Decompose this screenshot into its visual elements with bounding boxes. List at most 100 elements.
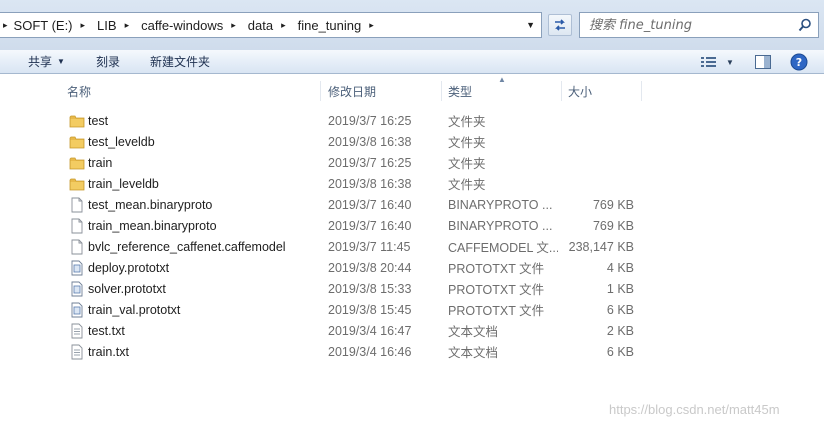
file-name-cell[interactable]: test_mean.binaryproto	[69, 194, 212, 215]
file-type: 文件夹	[448, 178, 486, 192]
file-row[interactable]: train_mean.binaryproto 2019/3/7 16:40 BINA…	[60, 215, 644, 236]
file-size: 6 KB	[606, 344, 634, 359]
column-divider[interactable]	[641, 81, 642, 101]
file-size: 769 KB	[592, 218, 634, 233]
command-bar: 共享 ▼ 刻录 新建文件夹 ▼ ?	[0, 50, 824, 74]
file-row[interactable]: bvlc_reference_caffenet.caffemodel 2019/3…	[60, 236, 644, 257]
help-button[interactable]: ?	[790, 52, 808, 72]
file-name-cell[interactable]: train_val.prototxt	[69, 299, 180, 320]
chevron-right-icon[interactable]: ▸	[369, 20, 374, 31]
file-name-cell[interactable]: test.txt	[69, 320, 125, 341]
breadcrumb-item[interactable]: fine_tuning ▸	[286, 13, 374, 37]
file-name-cell[interactable]: solver.prototxt	[69, 278, 166, 299]
file-type: BINARYPROTO ...	[448, 197, 553, 212]
share-menu-button[interactable]: 共享 ▼	[28, 50, 65, 72]
new-folder-button[interactable]: 新建文件夹	[150, 50, 210, 72]
file-row[interactable]: solver.prototxt 2019/3/8 15:33 PROTOTXT 文件…	[60, 278, 644, 299]
file-date: 2019/3/7 16:40	[328, 197, 412, 212]
file-name: deploy.prototxt	[88, 260, 170, 275]
breadcrumb-label: fine_tuning	[297, 17, 362, 33]
file-type: 文件夹	[448, 157, 486, 171]
file-type: CAFFEMODEL 文...	[448, 241, 558, 255]
search-box[interactable]	[579, 12, 819, 38]
column-header-name[interactable]: 名称	[67, 79, 91, 103]
column-size-label: 大小	[568, 84, 593, 99]
file-row[interactable]: train_val.prototxt 2019/3/8 15:45 PROTOTXT…	[60, 299, 644, 320]
file-name: train_val.prototxt	[88, 302, 181, 317]
column-header-size[interactable]: 大小	[568, 79, 592, 103]
breadcrumb-label: LIB	[97, 17, 117, 33]
file-name-cell[interactable]: bvlc_reference_caffenet.caffemodel	[69, 236, 286, 257]
folder-icon	[69, 155, 85, 171]
search-input[interactable]	[589, 17, 789, 33]
column-type-label: 类型	[448, 84, 473, 99]
file-name: bvlc_reference_caffenet.caffemodel	[88, 239, 286, 254]
file-name-cell[interactable]: train_mean.binaryproto	[69, 215, 217, 236]
refresh-icon	[555, 19, 565, 31]
address-history-dropdown[interactable]: ▼	[526, 13, 535, 37]
file-type: PROTOTXT 文件	[448, 283, 545, 297]
breadcrumb-item[interactable]: SOFT (E:) ▸	[8, 13, 86, 37]
file-size: 1 KB	[606, 281, 634, 296]
column-header-type[interactable]: 类型	[448, 79, 472, 103]
file-row[interactable]: test_leveldb 2019/3/8 16:38 文件夹	[60, 131, 644, 152]
column-date-label: 修改日期	[328, 84, 377, 99]
file-name-cell[interactable]: deploy.prototxt	[69, 257, 169, 278]
file-name: train_mean.binaryproto	[88, 218, 217, 233]
column-header-date[interactable]: 修改日期	[328, 79, 376, 103]
folder-icon	[69, 176, 85, 192]
file-row[interactable]: test.txt 2019/3/4 16:47 文本文档 2 KB	[60, 320, 644, 341]
file-date: 2019/3/8 16:38	[328, 134, 412, 149]
view-details-icon	[701, 57, 716, 67]
file-size: 2 KB	[606, 323, 634, 338]
file-date: 2019/3/7 16:25	[328, 155, 412, 170]
file-type: 文本文档	[448, 325, 499, 339]
breadcrumb-overflow-icon[interactable]: ▸	[0, 20, 8, 31]
burn-button[interactable]: 刻录	[96, 50, 120, 72]
breadcrumb-label: caffe-windows	[141, 17, 224, 33]
refresh-button[interactable]	[548, 14, 572, 36]
address-row: ▸ SOFT (E:) ▸ LIB ▸ caffe-windows ▸ data ▸ fine_t…	[0, 0, 824, 50]
file-name: test	[88, 113, 109, 128]
file-date: 2019/3/7 16:25	[328, 113, 412, 128]
file-date: 2019/3/7 16:40	[328, 218, 412, 233]
column-divider[interactable]	[320, 81, 321, 101]
file-row[interactable]: deploy.prototxt 2019/3/8 20:44 PROTOTXT 文件…	[60, 257, 644, 278]
new-folder-label: 新建文件夹	[150, 54, 211, 69]
chevron-down-icon[interactable]: ▼	[726, 58, 734, 67]
file-name: test.txt	[88, 323, 125, 338]
search-icon[interactable]	[798, 18, 812, 32]
file-size: 238,147 KB	[568, 239, 634, 254]
file-type: 文本文档	[448, 346, 499, 360]
file-icon	[69, 239, 85, 255]
preview-pane-button[interactable]	[754, 52, 772, 72]
column-divider[interactable]	[561, 81, 562, 101]
file-row[interactable]: train 2019/3/7 16:25 文件夹	[60, 152, 644, 173]
file-name-cell[interactable]: train	[69, 152, 112, 173]
file-name-cell[interactable]: train_leveldb	[69, 173, 159, 194]
file-row[interactable]: train_leveldb 2019/3/8 16:38 文件夹	[60, 173, 644, 194]
file-row[interactable]: test_mean.binaryproto 2019/3/7 16:40 BINAR…	[60, 194, 644, 215]
address-bar[interactable]: ▸ SOFT (E:) ▸ LIB ▸ caffe-windows ▸ data ▸ fine_t…	[0, 12, 542, 38]
file-name: train.txt	[88, 344, 129, 359]
breadcrumb-item[interactable]: LIB ▸	[85, 13, 129, 37]
column-name-label: 名称	[67, 84, 92, 99]
chevron-down-icon: ▼	[57, 56, 65, 66]
change-view-button[interactable]: ▼	[700, 52, 734, 72]
file-row[interactable]: train.txt 2019/3/4 16:46 文本文档 6 KB	[60, 341, 644, 362]
help-icon: ?	[790, 53, 808, 71]
file-size: 4 KB	[606, 260, 634, 275]
file-list: 名称 修改日期 类型 ▲ 大小 test 2019/3/7 16:25 文件夹 tes…	[0, 75, 824, 430]
file-name-cell[interactable]: train.txt	[69, 341, 129, 362]
column-divider[interactable]	[441, 81, 442, 101]
folder-icon	[69, 134, 85, 150]
breadcrumb-item[interactable]: data ▸	[236, 13, 286, 37]
sort-ascending-icon: ▲	[498, 75, 506, 84]
file-name-cell[interactable]: test	[69, 110, 108, 131]
prototxt-file-icon	[69, 281, 85, 297]
file-type: PROTOTXT 文件	[448, 262, 545, 276]
file-date: 2019/3/7 11:45	[328, 239, 411, 254]
file-name-cell[interactable]: test_leveldb	[69, 131, 155, 152]
breadcrumb-item[interactable]: caffe-windows ▸	[129, 13, 236, 37]
file-row[interactable]: test 2019/3/7 16:25 文件夹	[60, 110, 644, 131]
